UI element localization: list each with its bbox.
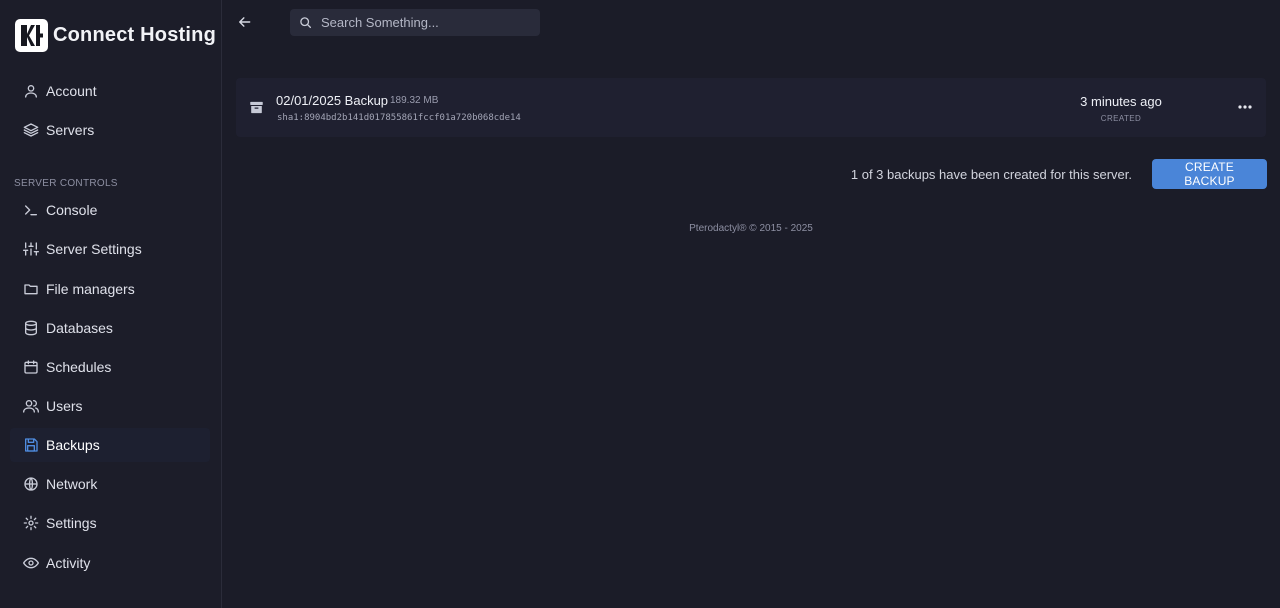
brand[interactable]: Connect Hosting — [15, 19, 216, 52]
sidebar-item-label: Databases — [46, 320, 113, 336]
backup-count-text: 1 of 3 backups have been created for thi… — [850, 167, 1132, 182]
sidebar-item-backups[interactable]: Backups — [10, 428, 210, 462]
search-input[interactable] — [319, 14, 528, 31]
search-icon — [299, 16, 312, 29]
user-icon — [22, 82, 40, 100]
brand-logo-icon — [15, 19, 48, 52]
backup-created-label: CREATED — [1100, 114, 1142, 123]
sidebar-item-label: Console — [46, 202, 98, 218]
sliders-icon — [22, 240, 40, 258]
backup-size: 189.32 MB — [390, 95, 439, 106]
sidebar-item-label: Server Settings — [46, 241, 142, 257]
sidebar-item-settings[interactable]: Settings — [10, 506, 210, 540]
back-arrow-icon[interactable] — [236, 13, 254, 31]
backup-name: 02/01/2025 Backup — [276, 93, 389, 108]
layers-icon — [22, 121, 40, 139]
sidebar-item-activity[interactable]: Activity — [10, 546, 210, 580]
brand-name: Connect Hosting — [53, 24, 216, 46]
footer-copyright: Pterodactyl® © 2015 - 2025 — [689, 223, 813, 234]
sidebar-item-schedules[interactable]: Schedules — [10, 350, 210, 384]
globe-icon — [22, 475, 40, 493]
sidebar-item-label: File managers — [46, 281, 135, 297]
sidebar-item-network[interactable]: Network — [10, 467, 210, 501]
more-options-icon[interactable] — [1236, 98, 1254, 116]
sidebar-item-file-managers[interactable]: File managers — [10, 272, 210, 306]
sidebar: Connect Hosting Account Servers SERVER C… — [0, 0, 222, 608]
sidebar-item-server-settings[interactable]: Server Settings — [10, 232, 210, 266]
sidebar-item-users[interactable]: Users — [10, 389, 210, 423]
database-icon — [22, 319, 40, 337]
sidebar-item-label: Settings — [46, 515, 97, 531]
create-backup-button[interactable]: CREATE BACKUP — [1152, 159, 1267, 189]
backup-checksum: sha1:8904bd2b141d017855861fccf01a720b068… — [277, 113, 521, 123]
sidebar-item-label: Account — [46, 83, 97, 99]
sidebar-item-label: Users — [46, 398, 83, 414]
calendar-icon — [22, 358, 40, 376]
sidebar-item-account[interactable]: Account — [10, 74, 210, 108]
sidebar-item-label: Activity — [46, 555, 91, 571]
sidebar-item-console[interactable]: Console — [10, 193, 210, 227]
sidebar-item-databases[interactable]: Databases — [10, 311, 210, 345]
sidebar-item-label: Backups — [46, 437, 100, 453]
gear-icon — [22, 514, 40, 532]
sidebar-item-label: Network — [46, 476, 98, 492]
search-box[interactable] — [290, 9, 540, 36]
eye-icon — [22, 554, 40, 572]
section-label-server-controls: SERVER CONTROLS — [14, 178, 118, 189]
sidebar-item-label: Servers — [46, 122, 95, 138]
terminal-icon — [22, 201, 40, 219]
backup-row: 02/01/2025 Backup 189.32 MB sha1:8904bd2… — [236, 78, 1266, 137]
archive-icon — [249, 100, 264, 115]
sidebar-item-servers[interactable]: Servers — [10, 113, 210, 147]
backup-created-time: 3 minutes ago — [1080, 94, 1162, 109]
sidebar-item-label: Schedules — [46, 359, 112, 375]
folder-icon — [22, 280, 40, 298]
save-icon — [22, 436, 40, 454]
users-icon — [22, 397, 40, 415]
